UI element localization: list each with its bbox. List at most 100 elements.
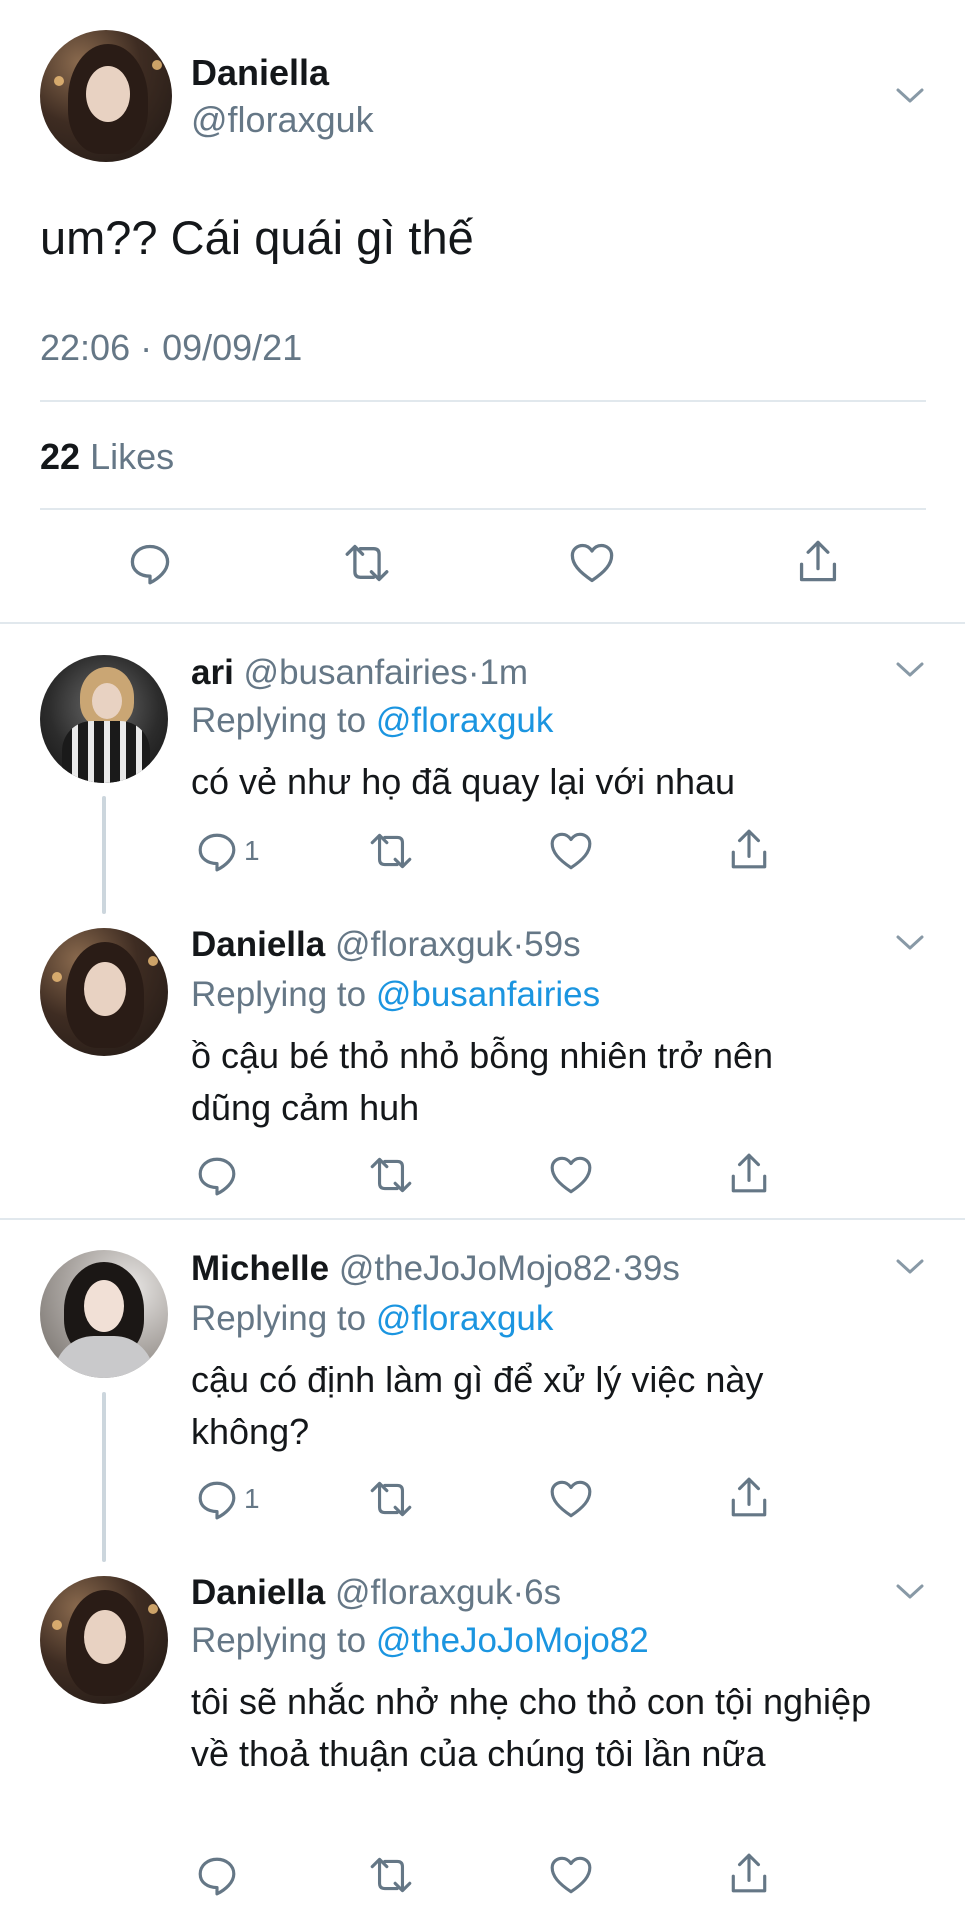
thread-line: [102, 1392, 106, 1562]
share-icon: [728, 1475, 770, 1519]
mention-link[interactable]: @busanfairies: [376, 975, 600, 1014]
author-name[interactable]: ari: [191, 653, 234, 692]
share-button[interactable]: [796, 538, 840, 584]
avatar-light: [54, 76, 64, 86]
avatar-face: [84, 962, 126, 1016]
author-handle[interactable]: @busanfairies: [244, 653, 468, 692]
author-name[interactable]: Michelle: [191, 1249, 329, 1288]
tweet-text: cậu có định làm gì để xử lý việc này khô…: [191, 1359, 764, 1452]
replying-to: Replying to @floraxguk: [191, 1296, 553, 1342]
chevron-down-icon[interactable]: [895, 1582, 925, 1602]
like-icon: [548, 830, 594, 872]
replying-label: Replying to: [191, 1621, 367, 1660]
mention-link[interactable]: @floraxguk: [376, 701, 554, 740]
reply-icon: [128, 541, 172, 585]
reply-icon: [196, 1854, 238, 1896]
chevron-down-icon[interactable]: [895, 933, 925, 953]
reply-header: Daniella @floraxguk·6s: [191, 1570, 561, 1616]
reply-button[interactable]: [128, 540, 172, 586]
author-name[interactable]: Daniella: [191, 1573, 325, 1612]
thread-line: [102, 796, 106, 914]
share-icon: [728, 827, 770, 871]
reply-button[interactable]: [196, 1852, 238, 1898]
retweet-icon: [366, 830, 416, 872]
like-icon: [548, 1854, 594, 1896]
retweet-icon: [366, 1154, 416, 1196]
likes-label: Likes: [90, 436, 175, 477]
like-button[interactable]: [548, 828, 594, 874]
like-icon: [568, 541, 616, 585]
meta-separator: ·: [512, 1573, 525, 1612]
avatar-jacket: [62, 721, 150, 783]
tweet-text: ồ cậu bé thỏ nhỏ bỗng nhiên trở nên dũng…: [191, 1035, 774, 1128]
avatar-hoodie: [54, 1336, 154, 1378]
retweet-button[interactable]: [340, 540, 394, 586]
retweet-button[interactable]: [366, 1476, 416, 1522]
reply-icon: [196, 1154, 238, 1196]
replying-to: Replying to @busanfairies: [191, 972, 600, 1018]
section-divider: [0, 622, 965, 624]
share-button[interactable]: [728, 826, 770, 872]
author-handle[interactable]: @floraxguk: [335, 1573, 513, 1612]
author-name[interactable]: Daniella: [191, 50, 329, 96]
avatar-face: [84, 1280, 124, 1332]
replying-to: Replying to @theJoJoMojo82: [191, 1618, 649, 1664]
reply-button[interactable]: 1: [196, 1476, 260, 1522]
author-handle[interactable]: @floraxguk: [335, 925, 513, 964]
reply-header: Michelle @theJoJoMojo82·39s: [191, 1246, 680, 1292]
retweet-button[interactable]: [366, 1852, 416, 1898]
avatar-face: [84, 1610, 126, 1664]
avatar[interactable]: [40, 928, 168, 1056]
mention-link[interactable]: @floraxguk: [376, 1299, 554, 1338]
reply-icon: [196, 1478, 238, 1520]
avatar[interactable]: [40, 1576, 168, 1704]
divider: [40, 400, 926, 402]
mention-link[interactable]: @theJoJoMojo82: [376, 1621, 649, 1660]
like-button[interactable]: [548, 1852, 594, 1898]
replying-label: Replying to: [191, 701, 367, 740]
reply-icon: [196, 830, 238, 872]
like-icon: [548, 1478, 594, 1520]
author-handle[interactable]: @floraxguk: [191, 97, 374, 143]
share-icon: [796, 538, 840, 584]
replying-label: Replying to: [191, 1299, 367, 1338]
like-icon: [548, 1154, 594, 1196]
avatar-face: [92, 683, 122, 719]
share-icon: [728, 1151, 770, 1195]
share-button[interactable]: [728, 1850, 770, 1896]
retweet-icon: [366, 1854, 416, 1896]
avatar[interactable]: [40, 30, 172, 162]
share-icon: [728, 1851, 770, 1895]
share-button[interactable]: [728, 1150, 770, 1196]
reply-count: 1: [244, 1483, 260, 1514]
chevron-down-icon[interactable]: [895, 1257, 925, 1277]
tweet-time[interactable]: 1m: [479, 653, 528, 692]
tweet-timestamp[interactable]: 22:06 · 09/09/21: [40, 325, 302, 371]
avatar[interactable]: [40, 1250, 168, 1378]
chevron-down-icon[interactable]: [895, 86, 925, 106]
tweet-time[interactable]: 39s: [623, 1249, 679, 1288]
avatar-light: [148, 1604, 158, 1614]
avatar-face: [86, 66, 130, 122]
tweet-time[interactable]: 6s: [524, 1573, 561, 1612]
author-handle[interactable]: @theJoJoMojo82: [339, 1249, 612, 1288]
retweet-button[interactable]: [366, 828, 416, 874]
reply-button[interactable]: 1: [196, 828, 260, 874]
likes-stat[interactable]: 22 Likes: [40, 434, 174, 480]
reply-header: ari @busanfairies·1m: [191, 650, 528, 696]
like-button[interactable]: [548, 1476, 594, 1522]
retweet-button[interactable]: [366, 1152, 416, 1198]
avatar-light: [152, 60, 162, 70]
reply-button[interactable]: [196, 1152, 238, 1198]
tweet-time[interactable]: 59s: [524, 925, 580, 964]
retweet-icon: [340, 541, 394, 585]
like-button[interactable]: [568, 540, 616, 586]
share-button[interactable]: [728, 1474, 770, 1520]
like-button[interactable]: [548, 1152, 594, 1198]
likes-count: 22: [40, 436, 81, 477]
author-name[interactable]: Daniella: [191, 925, 325, 964]
avatar[interactable]: [40, 655, 168, 783]
chevron-down-icon[interactable]: [895, 660, 925, 680]
avatar-light: [52, 972, 62, 982]
meta-separator: ·: [611, 1249, 624, 1288]
